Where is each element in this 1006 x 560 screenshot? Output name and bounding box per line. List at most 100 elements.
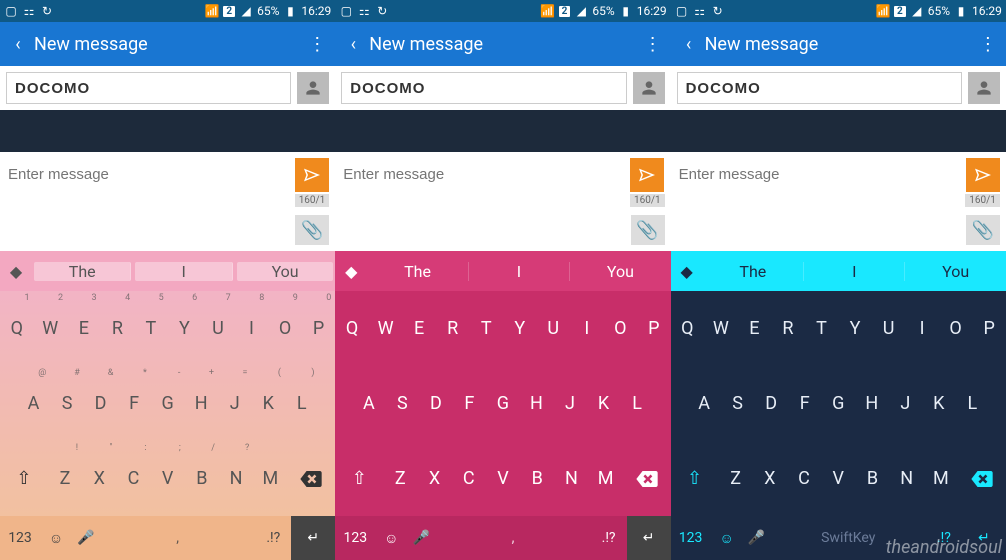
key-u[interactable]: 7U xyxy=(872,291,906,366)
key-backspace[interactable] xyxy=(287,441,335,516)
key-y[interactable]: 6Y xyxy=(838,291,872,366)
key-r[interactable]: 4R xyxy=(101,291,135,366)
key-w[interactable]: 2W xyxy=(369,291,403,366)
key-y[interactable]: 6Y xyxy=(503,291,537,366)
key-x[interactable]: "X xyxy=(753,441,787,516)
key-numbers[interactable]: 123 xyxy=(671,516,711,560)
key-a[interactable]: @A xyxy=(17,366,51,441)
back-button[interactable]: ‹ xyxy=(341,34,365,55)
key-b[interactable]: /B xyxy=(855,441,889,516)
back-button[interactable]: ‹ xyxy=(6,34,30,55)
key-q[interactable]: 1Q xyxy=(671,291,705,366)
key-f[interactable]: *F xyxy=(117,366,151,441)
suggestion-3[interactable]: You xyxy=(237,262,333,281)
key-h[interactable]: +H xyxy=(520,366,554,441)
key-i[interactable]: 8I xyxy=(570,291,604,366)
recipient-input[interactable] xyxy=(6,72,291,104)
key-j[interactable]: =J xyxy=(553,366,587,441)
send-button[interactable] xyxy=(630,158,664,192)
suggestion-2[interactable]: I xyxy=(135,262,232,281)
key-h[interactable]: +H xyxy=(184,366,218,441)
key-o[interactable]: 9O xyxy=(604,291,638,366)
key-z[interactable]: !Z xyxy=(48,441,82,516)
send-button[interactable] xyxy=(966,158,1000,192)
swiftkey-icon[interactable]: ◆ xyxy=(671,262,703,281)
key-w[interactable]: 2W xyxy=(34,291,68,366)
key-g[interactable]: -G xyxy=(151,366,185,441)
key-t[interactable]: 5T xyxy=(469,291,503,366)
key-enter[interactable]: ↵ xyxy=(291,516,335,560)
key-d[interactable]: &D xyxy=(84,366,118,441)
key-s[interactable]: #S xyxy=(50,366,84,441)
suggestion-2[interactable]: I xyxy=(804,262,905,281)
key-p[interactable]: 0P xyxy=(637,291,671,366)
key-q[interactable]: 1Q xyxy=(335,291,369,366)
key-emoji[interactable]: ☺ xyxy=(711,516,743,560)
pick-contact-button[interactable] xyxy=(633,72,665,104)
key-l[interactable]: )L xyxy=(285,366,319,441)
pick-contact-button[interactable] xyxy=(297,72,329,104)
swiftkey-icon[interactable]: ◆ xyxy=(335,262,367,281)
key-emoji[interactable]: ☺ xyxy=(375,516,407,560)
key-x[interactable]: "X xyxy=(417,441,451,516)
key-i[interactable]: 8I xyxy=(905,291,939,366)
key-u[interactable]: 7U xyxy=(536,291,570,366)
message-input[interactable] xyxy=(341,158,624,190)
attach-button[interactable]: 📎 xyxy=(631,215,665,245)
send-button[interactable] xyxy=(295,158,329,192)
key-e[interactable]: 3E xyxy=(67,291,101,366)
key-x[interactable]: "X xyxy=(82,441,116,516)
key-m[interactable]: M xyxy=(253,441,287,516)
key-numbers[interactable]: 123 xyxy=(0,516,40,560)
key-numbers[interactable]: 123 xyxy=(335,516,375,560)
recipient-input[interactable] xyxy=(677,72,962,104)
key-backspace[interactable] xyxy=(958,441,1006,516)
key-j[interactable]: =J xyxy=(889,366,923,441)
suggestion-2[interactable]: I xyxy=(469,262,570,281)
key-b[interactable]: /B xyxy=(185,441,219,516)
attach-button[interactable]: 📎 xyxy=(295,215,329,245)
key-r[interactable]: 4R xyxy=(436,291,470,366)
key-period[interactable]: .!? xyxy=(255,516,291,560)
key-space[interactable]: , xyxy=(100,516,255,560)
key-b[interactable]: /B xyxy=(520,441,554,516)
key-h[interactable]: +H xyxy=(855,366,889,441)
key-mic[interactable]: 🎤 xyxy=(72,516,100,560)
swiftkey-icon[interactable]: ◆ xyxy=(0,262,32,281)
suggestion-1[interactable]: The xyxy=(34,262,131,281)
key-t[interactable]: 5T xyxy=(805,291,839,366)
recipient-input[interactable] xyxy=(341,72,626,104)
key-k[interactable]: (K xyxy=(587,366,621,441)
key-j[interactable]: =J xyxy=(218,366,252,441)
key-q[interactable]: 1Q xyxy=(0,291,34,366)
key-z[interactable]: !Z xyxy=(383,441,417,516)
key-s[interactable]: #S xyxy=(386,366,420,441)
back-button[interactable]: ‹ xyxy=(677,34,701,55)
key-c[interactable]: :C xyxy=(116,441,150,516)
key-v[interactable]: ;V xyxy=(486,441,520,516)
key-e[interactable]: 3E xyxy=(402,291,436,366)
key-emoji[interactable]: ☺ xyxy=(40,516,72,560)
key-c[interactable]: :C xyxy=(452,441,486,516)
key-backspace[interactable] xyxy=(623,441,671,516)
key-period[interactable]: .!? xyxy=(591,516,627,560)
key-g[interactable]: -G xyxy=(486,366,520,441)
key-space[interactable]: , xyxy=(435,516,590,560)
pick-contact-button[interactable] xyxy=(968,72,1000,104)
key-o[interactable]: 9O xyxy=(268,291,302,366)
suggestion-1[interactable]: The xyxy=(703,262,804,281)
message-input[interactable] xyxy=(6,158,289,190)
key-enter[interactable]: ↵ xyxy=(627,516,671,560)
key-d[interactable]: &D xyxy=(419,366,453,441)
key-i[interactable]: 8I xyxy=(235,291,269,366)
key-m[interactable]: M xyxy=(924,441,958,516)
suggestion-3[interactable]: You xyxy=(905,262,1005,281)
key-p[interactable]: 0P xyxy=(972,291,1006,366)
key-a[interactable]: @A xyxy=(352,366,386,441)
key-space[interactable]: SwiftKey xyxy=(771,516,926,560)
key-m[interactable]: M xyxy=(589,441,623,516)
key-n[interactable]: ?N xyxy=(890,441,924,516)
attach-button[interactable]: 📎 xyxy=(966,215,1000,245)
overflow-menu-button[interactable]: ⋮ xyxy=(305,34,329,55)
message-input[interactable] xyxy=(677,158,960,190)
